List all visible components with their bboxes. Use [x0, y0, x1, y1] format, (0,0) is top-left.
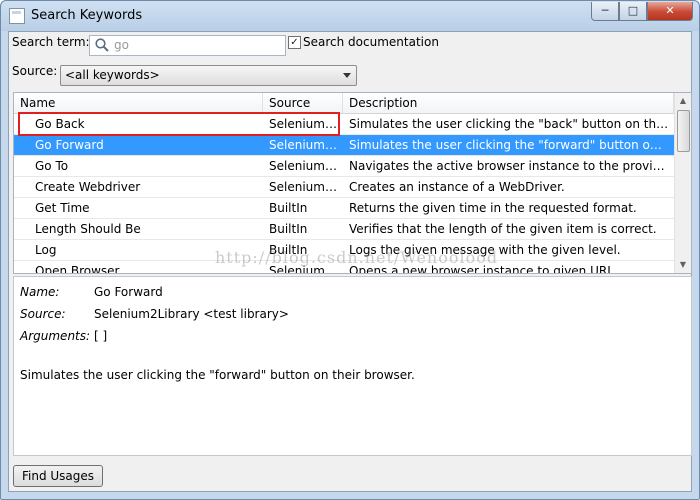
cell-name: Go Back — [35, 117, 85, 131]
cell-name: Open Browser — [35, 264, 120, 274]
cell-source: BuiltIn — [269, 243, 308, 257]
cell-source: Selenium2... — [269, 138, 341, 152]
footer-bar: Find Usages — [9, 457, 691, 491]
title-bar[interactable]: Search Keywords ─ □ ✕ — [1, 1, 699, 31]
keyword-details-panel: Name: Go Forward Source: Selenium2Librar… — [13, 276, 692, 456]
window-title: Search Keywords — [31, 8, 143, 23]
keywords-table: Name Source Description Go Back Selenium2… — [13, 92, 692, 274]
search-input[interactable] — [114, 37, 279, 52]
table-body: Go Back Selenium2... Simulates the user cl… — [14, 114, 674, 274]
detail-source-label: Source: — [20, 307, 66, 321]
table-row-selected[interactable]: Go Forward Selenium2... Simulates the user… — [14, 135, 674, 156]
cell-source: Selenium2... — [269, 159, 341, 173]
cell-name: Get Time — [35, 201, 90, 215]
cell-name: Go To — [35, 159, 69, 173]
cell-name: Length Should Be — [35, 222, 141, 236]
chevron-down-icon — [343, 73, 351, 78]
cell-description: Logs the given message with the given le… — [349, 243, 621, 257]
table-row[interactable]: Get Time BuiltIn Returns the given time in… — [14, 198, 674, 219]
cell-source: BuiltIn — [269, 201, 308, 215]
cell-name: Log — [35, 243, 57, 257]
column-header-name[interactable]: Name — [14, 93, 263, 113]
cell-description: Verifies that the length of the given it… — [349, 222, 657, 236]
detail-source-value: Selenium2Library <test library> — [94, 307, 289, 321]
cell-description: Navigates the active browser instance to… — [349, 159, 669, 173]
detail-documentation: Simulates the user clicking the "forward… — [20, 368, 415, 382]
table-row[interactable]: Length Should Be BuiltIn Verifies that the… — [14, 219, 674, 240]
cell-source: BuiltIn — [269, 222, 308, 236]
table-row[interactable]: Go To Selenium2... Navigates the active br… — [14, 156, 674, 177]
cell-description: Opens a new browser instance to given UR… — [349, 264, 618, 274]
table-header: Name Source Description — [14, 93, 674, 114]
table-row[interactable]: Create Webdriver Selenium2... Creates an i… — [14, 177, 674, 198]
search-documentation-checkbox[interactable]: ✓ — [288, 36, 301, 49]
table-row[interactable]: Go Back Selenium2... Simulates the user cl… — [14, 114, 674, 135]
column-header-description[interactable]: Description — [343, 93, 674, 113]
cell-description: Simulates the user clicking the "back" b… — [349, 117, 669, 131]
dialog-body: Search term: ✓ Search documentation Sour… — [8, 31, 692, 492]
find-usages-button[interactable]: Find Usages — [13, 465, 104, 487]
cell-source: Selenium2... — [269, 264, 341, 274]
minimize-button[interactable]: ─ — [591, 2, 619, 21]
detail-name-label: Name: — [20, 285, 60, 299]
search-documentation-label: Search documentation — [303, 35, 439, 49]
search-keywords-window: Search Keywords ─ □ ✕ Search term: ✓ Sea… — [0, 0, 700, 500]
maximize-icon: □ — [627, 4, 639, 17]
detail-arguments-value: [ ] — [94, 329, 108, 343]
source-label: Source: — [12, 64, 58, 78]
maximize-button[interactable]: □ — [619, 2, 647, 21]
search-icon — [95, 38, 109, 52]
cell-name: Create Webdriver — [35, 180, 141, 194]
cell-source: Selenium2... — [269, 180, 341, 194]
source-selected-value: <all keywords> — [65, 68, 160, 82]
search-term-label: Search term: — [12, 35, 90, 49]
table-vertical-scrollbar[interactable]: ▲ ▼ — [674, 93, 691, 273]
column-header-source[interactable]: Source — [263, 93, 343, 113]
close-button[interactable]: ✕ — [647, 2, 693, 21]
minimize-icon: ─ — [601, 4, 609, 17]
scroll-down-icon[interactable]: ▼ — [675, 257, 691, 273]
source-select[interactable]: <all keywords> — [60, 65, 357, 86]
app-icon — [9, 8, 25, 24]
detail-name-value: Go Forward — [94, 285, 163, 299]
scrollbar-thumb[interactable] — [677, 110, 690, 152]
close-icon: ✕ — [665, 4, 675, 17]
window-controls: ─ □ ✕ — [591, 2, 693, 21]
cell-description: Simulates the user clicking the "forward… — [349, 138, 669, 152]
table-row[interactable]: Log BuiltIn Logs the given message with th… — [14, 240, 674, 261]
scroll-up-icon[interactable]: ▲ — [675, 93, 691, 109]
cell-description: Creates an instance of a WebDriver. — [349, 180, 565, 194]
search-field[interactable] — [89, 35, 286, 56]
cell-source: Selenium2... — [269, 117, 341, 131]
cell-description: Returns the given time in the requested … — [349, 201, 637, 215]
table-row[interactable]: Open Browser Selenium2... Opens a new brow… — [14, 261, 674, 274]
detail-arguments-label: Arguments: — [20, 329, 91, 343]
cell-name: Go Forward — [35, 138, 104, 152]
